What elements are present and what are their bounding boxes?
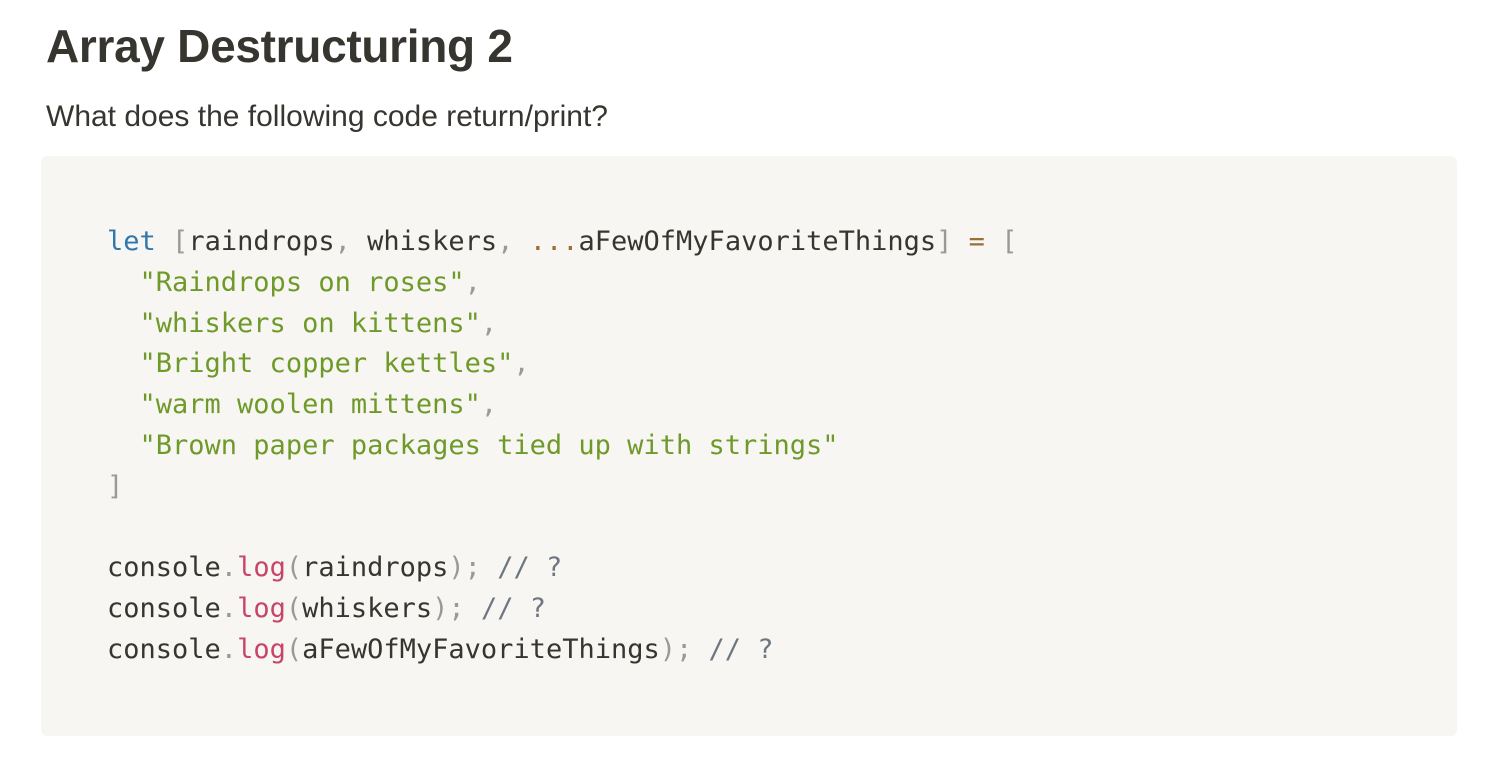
code-token: , (464, 266, 481, 298)
code-line: "Brown paper packages tied up with strin… (107, 426, 1017, 467)
code-token: "Brown paper packages tied up with strin… (139, 429, 839, 461)
code-token: "Raindrops on roses" (139, 266, 465, 298)
code-token: ( (285, 552, 303, 584)
code-line: "warm woolen mittens", (107, 385, 1017, 426)
code-content: let [raindrops, whiskers, ...aFewOfMyFav… (107, 222, 1017, 671)
code-token: . (220, 633, 238, 665)
code-token: ( (285, 633, 303, 665)
code-token: let (107, 226, 156, 257)
code-line: console.log(aFewOfMyFavoriteThings); // … (107, 630, 1017, 671)
code-token: ); (448, 552, 481, 584)
code-token: ] (107, 470, 124, 502)
code-token: whiskers (302, 593, 433, 625)
code-line: "whiskers on kittens", (107, 304, 1017, 345)
code-token: = (968, 226, 985, 257)
code-line: console.log(whiskers); // ? (107, 589, 1017, 630)
code-token: ... (529, 226, 579, 257)
code-token: , (513, 348, 530, 380)
code-line: let [raindrops, whiskers, ...aFewOfMyFav… (107, 222, 1017, 263)
code-token: "whiskers on kittens" (139, 307, 481, 339)
code-token: "Bright copper kettles" (139, 348, 514, 380)
code-token: console (107, 633, 221, 665)
code-token: , (480, 389, 498, 421)
code-token: log (237, 633, 286, 665)
code-block[interactable]: let [raindrops, whiskers, ...aFewOfMyFav… (41, 156, 1457, 736)
code-token: aFewOfMyFavoriteThings (578, 226, 937, 257)
code-token: ); (659, 633, 693, 665)
code-token: , (480, 307, 498, 339)
code-token: . (220, 552, 238, 584)
code-line: "Raindrops on roses", (107, 263, 1017, 304)
code-line: console.log(raindrops); // ? (107, 548, 1017, 589)
code-token: aFewOfMyFavoriteThings (302, 633, 660, 665)
code-token: [ (172, 226, 189, 257)
code-token: raindrops (188, 226, 335, 257)
code-token: log (237, 552, 286, 584)
page-title: Array Destructuring 2 (46, 20, 513, 72)
code-line: ] (107, 467, 1017, 508)
code-token: whiskers (350, 226, 498, 257)
code-token: [ (1001, 226, 1018, 257)
code-token: "warm woolen mittens" (139, 389, 481, 421)
question-prompt: What does the following code return/prin… (46, 100, 608, 133)
code-token: log (237, 593, 286, 625)
code-token: // ? (708, 633, 774, 665)
code-token: , (334, 226, 351, 257)
code-token: console (107, 593, 221, 625)
code-token: // ? (497, 552, 563, 584)
code-token: ( (285, 593, 303, 625)
code-token: // ? (480, 593, 546, 625)
code-token: raindrops (302, 552, 449, 584)
code-token: ] (936, 226, 953, 257)
code-line: "Bright copper kettles", (107, 344, 1017, 385)
code-token: . (220, 593, 238, 625)
code-token: ); (432, 593, 465, 625)
code-token: console (107, 552, 221, 584)
code-token: , (497, 226, 514, 257)
